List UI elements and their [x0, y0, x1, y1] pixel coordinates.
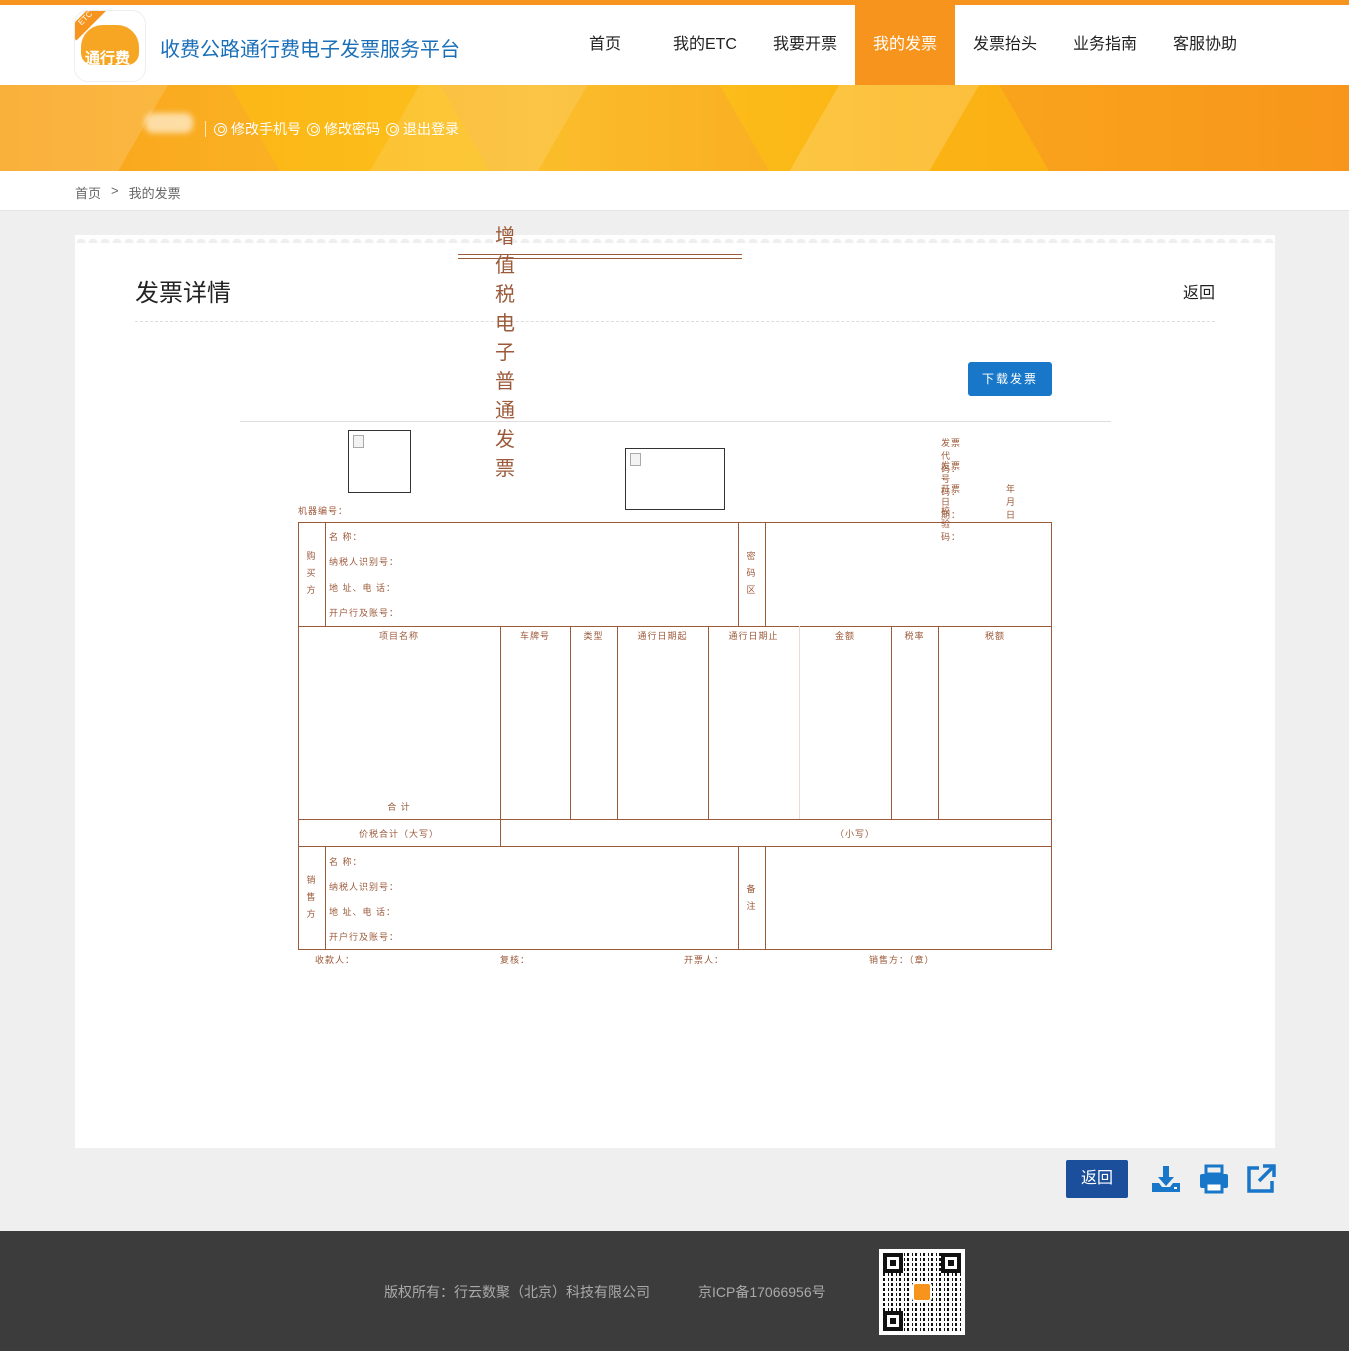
icp-text[interactable]: 京ICP备17066956号	[698, 1282, 826, 1302]
rule	[325, 846, 326, 950]
total-in-words-label: 价税合计（大写）	[358, 829, 439, 839]
nav-invoice-header[interactable]: 发票抬头	[955, 5, 1055, 85]
rule	[738, 846, 739, 950]
rule	[938, 626, 939, 819]
page-title: 发票详情	[135, 280, 231, 307]
breadcrumb-home[interactable]: 首页	[75, 183, 101, 202]
nav-home[interactable]: 首页	[555, 5, 655, 85]
qr-finder	[941, 1253, 961, 1273]
broken-image-icon	[348, 430, 411, 493]
qr-pattern	[883, 1253, 961, 1331]
nav-issue-invoice[interactable]: 我要开票	[755, 5, 855, 85]
col-date-start: 通行日期起	[637, 631, 688, 641]
col-type: 类型	[583, 631, 604, 641]
rule	[298, 846, 1052, 847]
machine-number-label: 机器编号：	[298, 506, 349, 516]
col-plate: 车牌号	[519, 631, 550, 641]
breadcrumb-separator: >	[111, 183, 119, 198]
back-button[interactable]: 返回	[1066, 1160, 1128, 1198]
change-phone-link[interactable]: 修改手机号	[214, 119, 301, 139]
cipher-area-label: 密码区	[746, 551, 756, 595]
breadcrumb-current: 我的发票	[128, 186, 181, 201]
user-icon	[214, 122, 227, 136]
rule	[325, 522, 326, 626]
rule	[738, 522, 739, 626]
invoice-date-units: 年 月 日	[1006, 484, 1017, 520]
user-banner: 修改手机号 修改密码 退出登录	[0, 85, 1349, 171]
invoice-top-divider	[240, 421, 1111, 422]
buyer-side-label: 购买方	[306, 551, 316, 595]
main-nav: 首页 我的ETC 我要开票 我的发票 发票抬头 业务指南 客服协助	[555, 5, 1255, 85]
col-tax-amount: 税额	[984, 631, 1005, 641]
col-amount: 金额	[834, 631, 855, 641]
site-logo[interactable]: ETC 通行费	[74, 10, 146, 82]
print-icon[interactable]	[1198, 1163, 1230, 1195]
broken-image-icon	[625, 448, 725, 510]
reviewer-label: 复核：	[500, 955, 531, 965]
rule	[765, 846, 766, 950]
site-header: ETC 通行费 收费公路通行费电子发票服务平台 首页 我的ETC 我要开票 我的…	[0, 5, 1349, 85]
divider	[205, 121, 206, 137]
username-blurred	[145, 113, 193, 133]
download-invoice-button[interactable]: 下载发票	[968, 362, 1052, 396]
rule	[500, 626, 501, 846]
seller-bank-label: 开户行及账号：	[329, 932, 400, 942]
user-icon	[307, 122, 320, 136]
logo-text: 通行费	[85, 50, 131, 67]
rule	[298, 819, 1052, 820]
download-icon[interactable]	[1150, 1163, 1182, 1195]
seller-seal-label: 销售方：（章）	[869, 955, 935, 965]
logout-link[interactable]: 退出登录	[386, 119, 459, 139]
issuer-label: 开票人：	[684, 955, 725, 965]
logout-label: 退出登录	[403, 121, 459, 137]
breadcrumb-bar: 首页 > 我的发票	[0, 171, 1349, 211]
seller-side-label: 销售方	[306, 875, 316, 919]
qr-finder	[883, 1311, 903, 1331]
col-item-name: 项目名称	[378, 631, 419, 641]
rule	[891, 626, 892, 819]
buyer-bank-label: 开户行及账号：	[329, 608, 400, 618]
seller-address-label: 地 址、电 话：	[329, 907, 397, 917]
nav-my-etc[interactable]: 我的ETC	[655, 5, 755, 85]
rule	[799, 626, 800, 819]
change-password-label: 修改密码	[324, 121, 380, 137]
rule	[570, 626, 571, 819]
seller-tax-id-label: 纳税人识别号：	[329, 882, 400, 892]
seller-name-label: 名 称：	[329, 857, 363, 867]
copyright-text: 版权所有：行云数聚（北京）科技有限公司	[384, 1284, 650, 1300]
remarks-label: 备注	[746, 884, 756, 911]
user-icon	[386, 122, 399, 136]
change-phone-label: 修改手机号	[231, 121, 301, 137]
qr-code	[879, 1249, 965, 1335]
user-links: 修改手机号 修改密码 退出登录	[205, 119, 465, 139]
change-password-link[interactable]: 修改密码	[307, 119, 380, 139]
buyer-address-label: 地 址、电 话：	[329, 583, 397, 593]
site-footer: 版权所有：行云数聚（北京）科技有限公司 京ICP备17066956号	[0, 1231, 1349, 1351]
qr-logo-icon	[912, 1282, 932, 1302]
rule	[708, 626, 709, 819]
small-amount-label: （小写）	[834, 829, 875, 839]
back-link[interactable]: 返回	[1183, 279, 1215, 303]
title-divider	[135, 321, 1215, 322]
buyer-tax-id-label: 纳税人识别号：	[329, 557, 400, 567]
breadcrumb: 首页 > 我的发票	[75, 183, 191, 202]
col-date-end: 通行日期止	[728, 631, 779, 641]
external-link-icon[interactable]	[1245, 1163, 1277, 1195]
total-label: 合 计	[387, 802, 411, 812]
buyer-name-label: 名 称：	[329, 532, 363, 542]
nav-guide[interactable]: 业务指南	[1055, 5, 1155, 85]
site-title: 收费公路通行费电子发票服务平台	[160, 39, 460, 61]
title-underline	[458, 254, 742, 255]
nav-my-invoices[interactable]: 我的发票	[855, 5, 955, 85]
qr-finder	[883, 1253, 903, 1273]
title-underline	[458, 258, 742, 259]
payee-label: 收款人：	[315, 955, 356, 965]
rule	[765, 522, 766, 626]
rule	[617, 626, 618, 819]
nav-support[interactable]: 客服协助	[1155, 5, 1255, 85]
col-tax-rate: 税率	[904, 631, 925, 641]
invoice-title: 增值税电子普通发票	[495, 224, 519, 480]
